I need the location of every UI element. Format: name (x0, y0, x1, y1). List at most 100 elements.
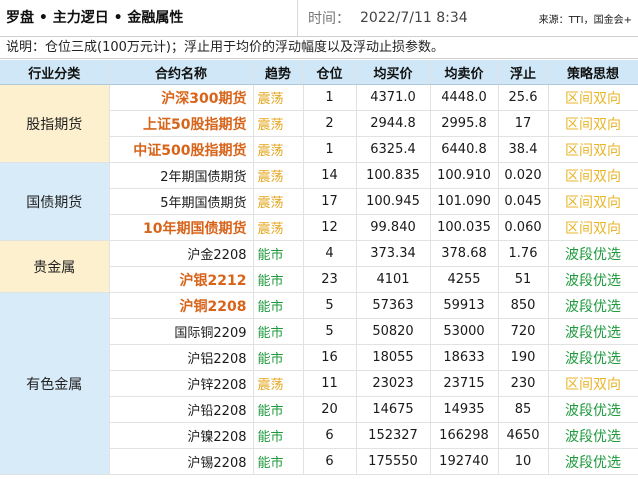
contract-name: 沪锡2208 (109, 448, 254, 475)
contract-name: 沪铅2208 (109, 396, 254, 423)
col-trend-header: 趋势 (253, 60, 304, 85)
float-stop-cell: 85 (498, 396, 549, 423)
position-cell: 12 (303, 214, 357, 241)
strategy-cell: 波段优选 (548, 318, 638, 345)
avg-buy-cell: 4371.0 (356, 84, 431, 111)
float-stop-cell: 850 (498, 292, 549, 319)
position-cell: 6 (303, 448, 357, 475)
strategy-sheet: 罗盘 • 主力逻日 • 金融属性 时间： 2022/7/11 8:34 来源：T… (0, 0, 638, 479)
strategy-cell: 区间双向 (548, 162, 638, 189)
time-label: 时间： (308, 11, 350, 27)
title-bar: 罗盘 • 主力逻日 • 金融属性 时间： 2022/7/11 8:34 来源：T… (0, 0, 638, 37)
avg-sell-cell: 101.090 (430, 188, 499, 215)
avg-sell-cell: 4255 (430, 266, 499, 293)
float-stop-cell: 38.4 (498, 136, 549, 163)
avg-sell-cell: 100.910 (430, 162, 499, 189)
position-cell: 20 (303, 396, 357, 423)
source-label: 来源：TTI，国金会+ (538, 14, 632, 26)
trend-cell: 能市 (253, 266, 304, 293)
strategy-cell: 波段优选 (548, 396, 638, 423)
col-sector-header: 行业分类 (0, 60, 110, 85)
float-stop-cell: 190 (498, 344, 549, 371)
table-row: 国债期货 2年期国债期货 震荡 14 100.835 100.910 0.020 区间双向 (0, 162, 638, 241)
contract-name: 中证500股指期货 (109, 136, 254, 163)
contract-name: 上证50股指期货 (109, 110, 254, 137)
contract-table: 行业分类 合约名称 趋势 仓位 均买价 均卖价 浮止 策略思想 股指期货 沪深300期货 震荡 1 4… (0, 60, 638, 475)
table-row: 有色金属 沪铜2208 能市 5 57363 59913 850 波段优选 (0, 292, 638, 475)
trend-cell: 能市 (253, 422, 304, 449)
trend-cell: 震荡 (253, 214, 304, 241)
sector-cell: 股指期货 (0, 84, 110, 163)
note-line: 说明：仓位三成(100万元计)；浮止用于均价的浮动幅度以及浮动止损参数。 (0, 37, 638, 59)
avg-buy-cell: 18055 (356, 344, 431, 371)
float-stop-cell: 0.060 (498, 214, 549, 241)
position-cell: 1 (303, 136, 357, 163)
position-cell: 23 (303, 266, 357, 293)
avg-buy-cell: 6325.4 (356, 136, 431, 163)
trend-cell: 震荡 (253, 188, 304, 215)
avg-sell-cell: 53000 (430, 318, 499, 345)
col-strategy-header: 策略思想 (548, 60, 638, 85)
trend-cell: 能市 (253, 448, 304, 475)
avg-sell-cell: 23715 (430, 370, 499, 397)
strategy-cell: 区间双向 (548, 214, 638, 241)
contract-name: 沪金2208 (109, 240, 254, 267)
avg-buy-cell: 4101 (356, 266, 431, 293)
sector-cell: 国债期货 (0, 162, 110, 241)
contract-name: 沪铝2208 (109, 344, 254, 371)
avg-buy-cell: 373.34 (356, 240, 431, 267)
col-avg-buy-header: 均买价 (356, 60, 431, 85)
avg-sell-cell: 14935 (430, 396, 499, 423)
trend-cell: 震荡 (253, 84, 304, 111)
trend-cell: 震荡 (253, 110, 304, 137)
strategy-cell: 区间双向 (548, 136, 638, 163)
col-float-stop-header: 浮止 (498, 60, 549, 85)
avg-sell-cell: 2995.8 (430, 110, 499, 137)
float-stop-cell: 230 (498, 370, 549, 397)
avg-buy-cell: 57363 (356, 292, 431, 319)
position-cell: 6 (303, 422, 357, 449)
trend-cell: 震荡 (253, 162, 304, 189)
avg-buy-cell: 50820 (356, 318, 431, 345)
avg-buy-cell: 14675 (356, 396, 431, 423)
contract-name: 沪深300期货 (109, 84, 254, 111)
sector-cell: 贵金属 (0, 240, 110, 293)
contract-name: 沪银2212 (109, 266, 254, 293)
position-cell: 4 (303, 240, 357, 267)
col-position-header: 仓位 (303, 60, 357, 85)
avg-sell-cell: 59913 (430, 292, 499, 319)
time-value: 2022/7/11 8:34 (360, 10, 468, 26)
float-stop-cell: 0.020 (498, 162, 549, 189)
avg-buy-cell: 100.945 (356, 188, 431, 215)
contract-name: 5年期国债期货 (109, 188, 254, 215)
position-cell: 16 (303, 344, 357, 371)
strategy-cell: 波段优选 (548, 422, 638, 449)
position-cell: 1 (303, 84, 357, 111)
trend-cell: 震荡 (253, 136, 304, 163)
contract-name: 沪铜2208 (109, 292, 254, 319)
sheet-title: 罗盘 • 主力逻日 • 金融属性 (0, 0, 298, 36)
contract-name: 国际铜2209 (109, 318, 254, 345)
avg-buy-cell: 23023 (356, 370, 431, 397)
trend-cell: 能市 (253, 240, 304, 267)
position-cell: 5 (303, 318, 357, 345)
avg-sell-cell: 100.035 (430, 214, 499, 241)
col-contract-header: 合约名称 (109, 60, 254, 85)
position-cell: 14 (303, 162, 357, 189)
float-stop-cell: 51 (498, 266, 549, 293)
table-body: 股指期货 沪深300期货 震荡 1 4371.0 4448.0 25.6 区间双向 上证50股指… (0, 84, 638, 475)
avg-sell-cell: 4448.0 (430, 84, 499, 111)
float-stop-cell: 4650 (498, 422, 549, 449)
table-row: 贵金属 沪金2208 能市 4 373.34 378.68 1.76 波段优选 (0, 240, 638, 293)
trend-cell: 能市 (253, 318, 304, 345)
contract-name: 沪锌2208 (109, 370, 254, 397)
position-cell: 2 (303, 110, 357, 137)
table-row: 股指期货 沪深300期货 震荡 1 4371.0 4448.0 25.6 区间双向 (0, 84, 638, 163)
position-cell: 11 (303, 370, 357, 397)
trend-cell: 能市 (253, 396, 304, 423)
avg-sell-cell: 166298 (430, 422, 499, 449)
avg-sell-cell: 192740 (430, 448, 499, 475)
strategy-cell: 区间双向 (548, 370, 638, 397)
contract-name: 10年期国债期货 (109, 214, 254, 241)
avg-buy-cell: 100.835 (356, 162, 431, 189)
